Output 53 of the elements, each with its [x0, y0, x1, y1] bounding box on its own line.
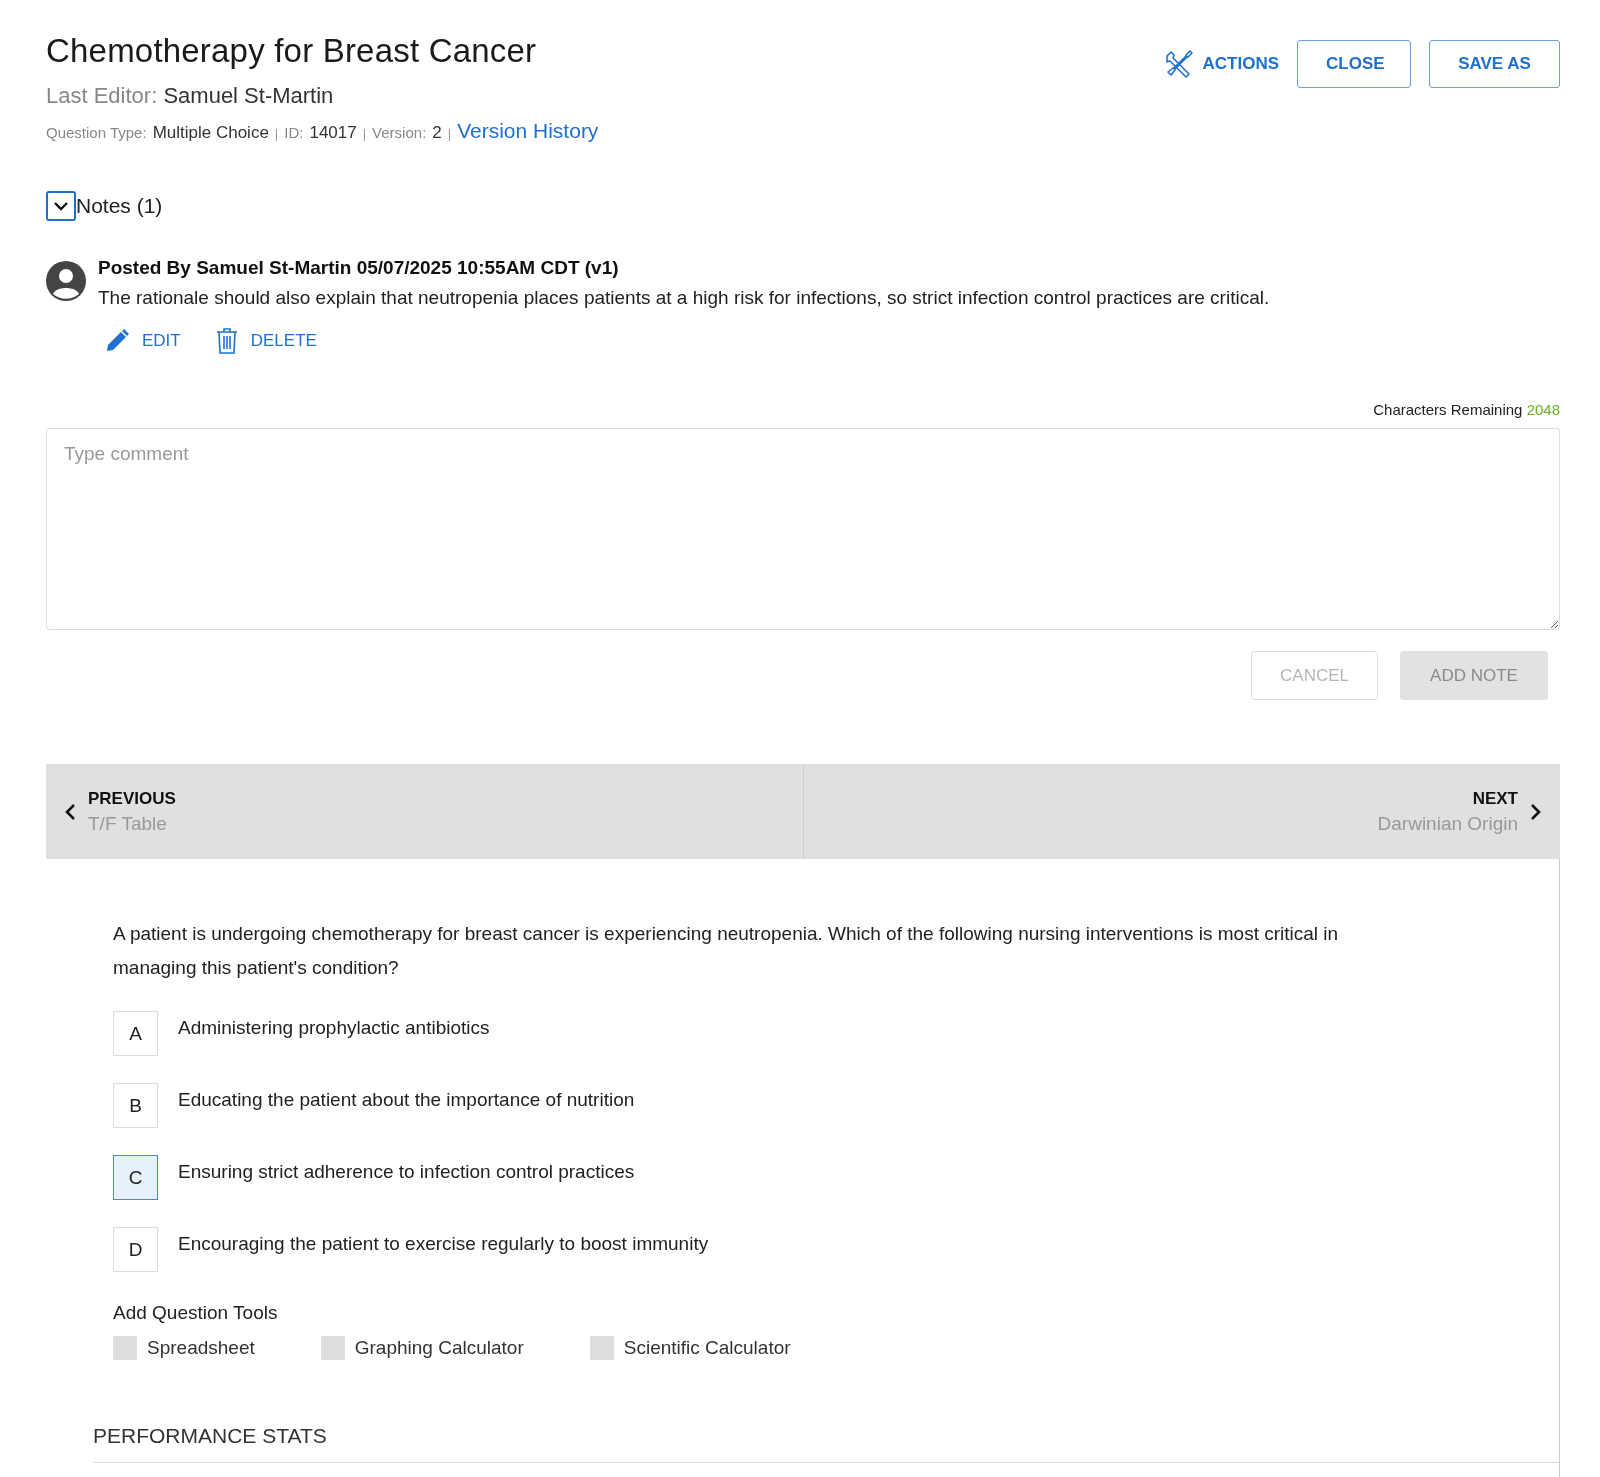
- next-link[interactable]: NEXT Darwinian Origin: [802, 764, 1560, 859]
- version-history-link[interactable]: Version History: [457, 119, 599, 143]
- chevron-down-icon: [53, 201, 69, 211]
- expand-toggle[interactable]: [46, 191, 76, 221]
- meta-value: 14017: [309, 123, 357, 143]
- editor-name: Samuel St-Martin: [163, 83, 334, 108]
- previous-title: T/F Table: [88, 812, 168, 835]
- checkbox[interactable]: [113, 1336, 137, 1360]
- checkbox-label: Graphing Calculator: [354, 1337, 524, 1359]
- meta-value: Multiple Choice: [152, 123, 269, 143]
- delete-button[interactable]: DELETE: [214, 327, 317, 355]
- note-author: Posted By Samuel St-Martin 05/07/2025 10:55AM CDT (v1): [98, 257, 620, 279]
- choice-letter[interactable]: A: [113, 1011, 158, 1056]
- actions-button[interactable]: ACTIONS: [1162, 48, 1279, 80]
- next-label: NEXT: [1472, 788, 1518, 809]
- chevron-right-icon: [1530, 802, 1542, 821]
- save-as-button[interactable]: SAVE AS: [1429, 40, 1560, 88]
- previous-link[interactable]: PREVIOUS T/F Table: [46, 764, 803, 859]
- choice-text: Administering prophylactic antibiotics: [178, 1016, 490, 1039]
- meta-label: Version:: [372, 124, 427, 141]
- tools-heading: Add Question Tools: [113, 1302, 279, 1324]
- note-text: The rationale should also explain that neutropenia places patients at a high risk for infections, so strict infection control practices are critical.: [98, 287, 1270, 309]
- choice-letter[interactable]: B: [113, 1083, 158, 1128]
- choice-text: Ensuring strict adherence to infection control practices: [178, 1160, 635, 1183]
- characters-remaining: Characters Remaining 2048: [1372, 401, 1560, 418]
- trash-icon: [214, 327, 239, 355]
- next-title: Darwinian Origin: [1377, 812, 1518, 835]
- editor-label: Last Editor:: [46, 83, 158, 108]
- choice-letter[interactable]: D: [113, 1227, 158, 1272]
- close-button[interactable]: CLOSE: [1297, 40, 1411, 88]
- separator: |: [447, 126, 452, 141]
- separator: |: [274, 126, 279, 141]
- avatar-icon: [46, 261, 86, 301]
- choice-text: Educating the patient about the importance of nutrition: [178, 1088, 635, 1111]
- checkbox[interactable]: [320, 1336, 345, 1360]
- checkbox-label: Scientific Calculator: [623, 1337, 791, 1359]
- checkbox-label: Spreadsheet: [147, 1337, 255, 1359]
- pencil-icon: [104, 328, 130, 354]
- page-title: Chemotherapy for Breast Cancer: [46, 32, 538, 70]
- previous-label: PREVIOUS: [88, 788, 176, 809]
- chevron-left-icon: [64, 802, 76, 821]
- choice-text: Encouraging the patient to exercise regularly to boost immunity: [178, 1232, 709, 1255]
- meta-value: 2: [432, 123, 442, 143]
- question-text: A patient is undergoing chemotherapy for breast cancer is experiencing neutropenia. Which of the following nursing interventions is most critical in managing this patient's condition?: [113, 922, 1340, 980]
- section-heading: PERFORMANCE STATS: [93, 1424, 1559, 1463]
- choice-letter[interactable]: C: [113, 1155, 158, 1200]
- checkbox[interactable]: [589, 1336, 614, 1360]
- separator: |: [362, 126, 367, 141]
- meta-label: ID:: [284, 124, 304, 141]
- notes-heading: Notes (1): [76, 194, 163, 218]
- edit-button[interactable]: EDIT: [104, 327, 181, 355]
- meta-label: Question Type:: [46, 124, 147, 141]
- comment-field[interactable]: Type comment: [46, 428, 1560, 630]
